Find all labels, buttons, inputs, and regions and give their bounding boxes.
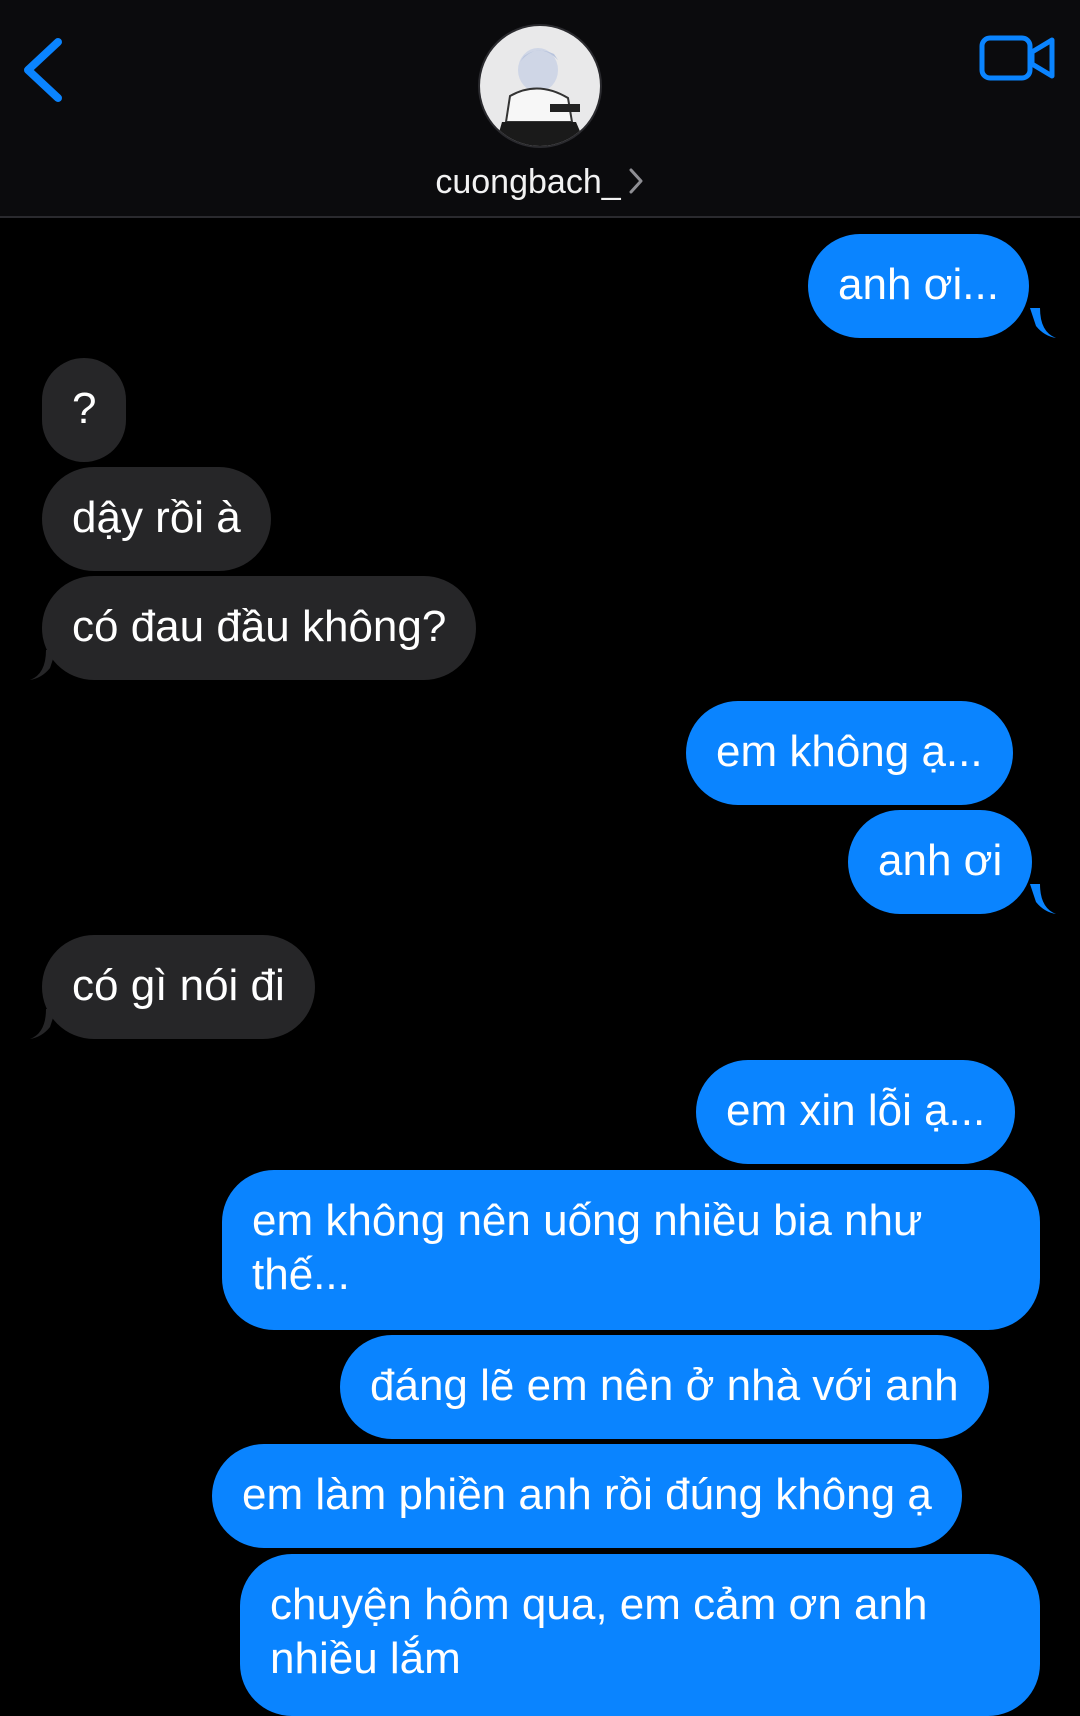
message-bubble[interactable]: có gì nói đi: [42, 935, 315, 1039]
bubble-tail: [30, 650, 56, 680]
contact-name-button[interactable]: cuongbach_: [0, 160, 1080, 204]
chevron-left-icon: [24, 38, 62, 102]
video-camera-icon: [979, 35, 1055, 81]
message-bubble[interactable]: em xin lỗi ạ...: [696, 1060, 1016, 1164]
bubble-tail: [1030, 308, 1056, 338]
conversation-header: cuongbach_: [0, 0, 1080, 218]
message-bubble[interactable]: em không nên uống nhiều bia như thế...: [222, 1170, 1040, 1330]
message-bubble[interactable]: dậy rồi à: [42, 467, 271, 571]
message-bubble[interactable]: có đau đầu không?: [42, 576, 477, 680]
message-bubble[interactable]: anh ơi...: [808, 234, 1029, 338]
chevron-right-icon: [629, 168, 643, 194]
message-bubble[interactable]: ?: [42, 358, 127, 462]
bubble-tail: [30, 1009, 56, 1039]
avatar-photo: [480, 26, 600, 146]
message-bubble[interactable]: đáng lẽ em nên ở nhà với anh: [340, 1335, 989, 1439]
back-button[interactable]: [18, 30, 78, 110]
message-bubble[interactable]: anh ơi: [848, 810, 1033, 914]
bubble-tail: [1030, 884, 1056, 914]
message-bubble[interactable]: chuyện hôm qua, em cảm ơn anh nhiều lắm: [240, 1554, 1040, 1716]
video-call-button[interactable]: [978, 30, 1058, 90]
contact-avatar[interactable]: [478, 24, 602, 148]
contact-name: cuongbach_: [435, 163, 621, 201]
message-bubble[interactable]: em không ạ...: [686, 701, 1013, 805]
message-bubble[interactable]: em làm phiền anh rồi đúng không ạ: [212, 1444, 962, 1548]
